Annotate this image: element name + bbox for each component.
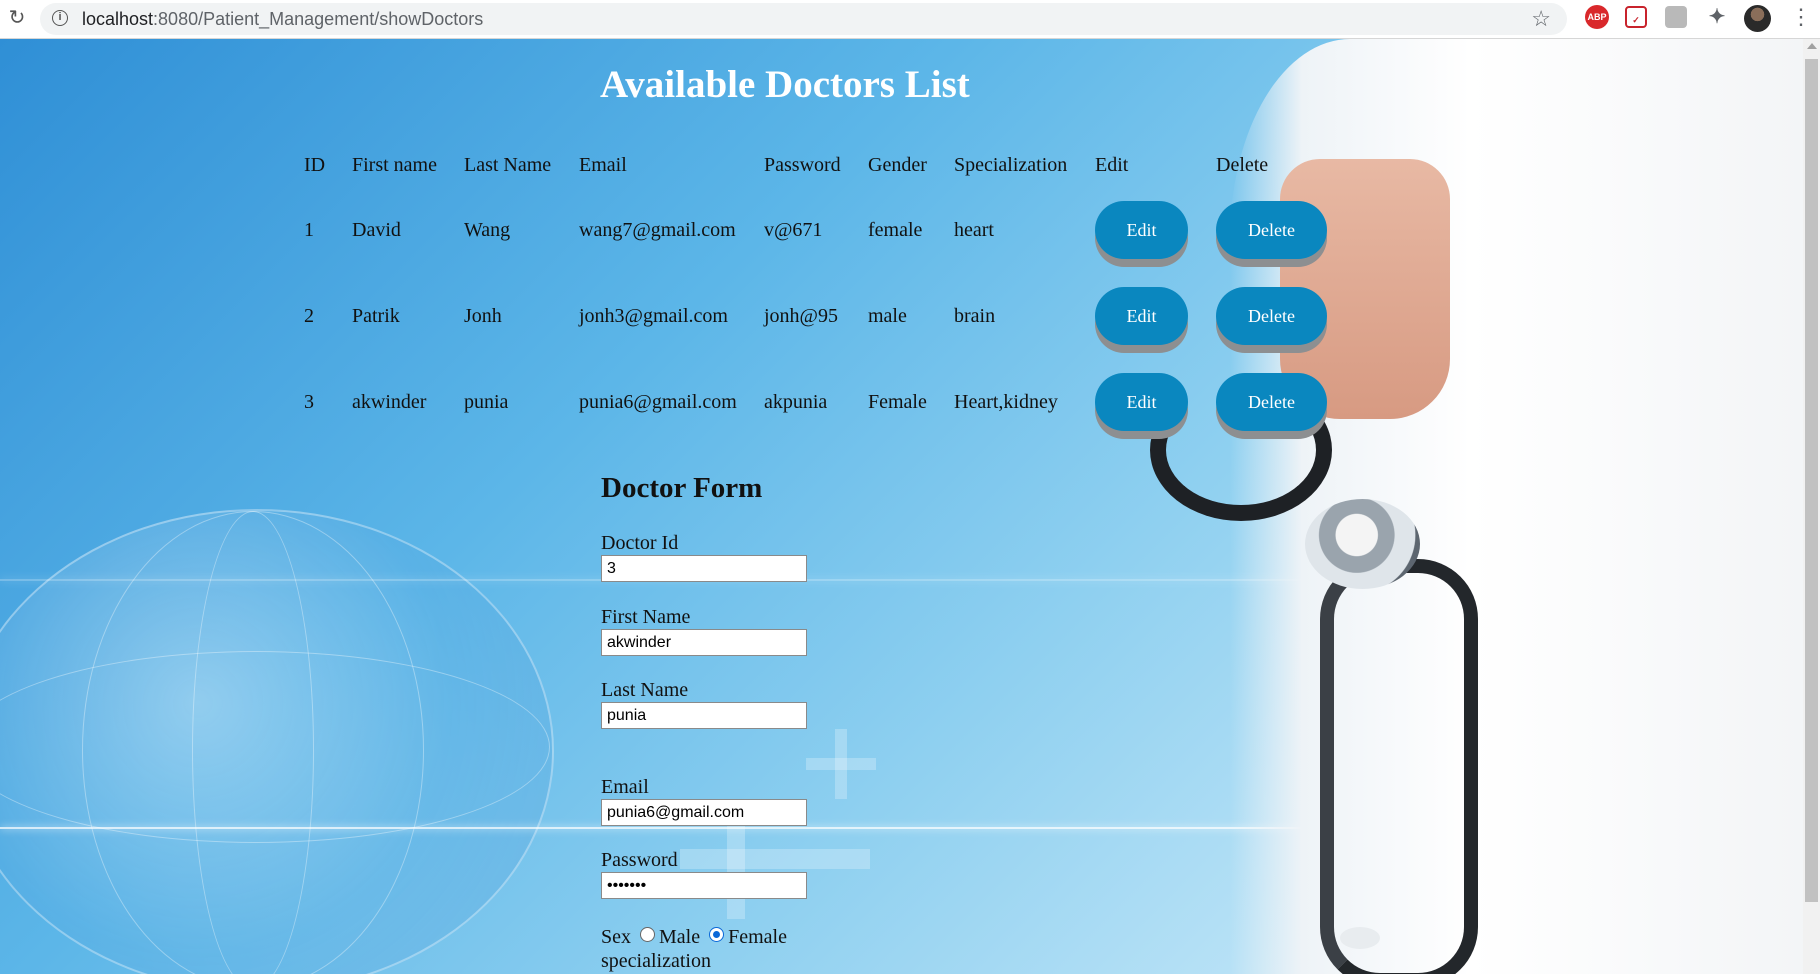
- stethoscope-earpiece-graphic: [1340, 927, 1380, 949]
- male-radio-label: Male: [659, 926, 701, 948]
- cell-email: jonh3@gmail.com: [579, 304, 728, 327]
- cell-edit: Edit: [1089, 273, 1210, 359]
- plus-graphic: [806, 758, 876, 770]
- email-field[interactable]: [601, 799, 807, 826]
- cell-specialization: heart: [954, 218, 994, 241]
- doctors-table: ID First name Last Name Email Password G…: [298, 143, 1336, 445]
- browser-toolbar: ↻ i localhost:8080/Patient_Management/sh…: [0, 0, 1820, 39]
- doctor-id-field[interactable]: [601, 555, 807, 582]
- cell-specialization: Heart,kidney: [954, 390, 1058, 413]
- globe-parallel: [0, 651, 550, 843]
- delete-button[interactable]: Delete: [1216, 201, 1327, 259]
- last-name-label: Last Name: [601, 679, 689, 701]
- cell-email: punia6@gmail.com: [579, 390, 737, 413]
- cell-first-name: David: [352, 218, 401, 241]
- cell-id: 3: [304, 390, 314, 413]
- male-radio[interactable]: [640, 927, 655, 942]
- scroll-thumb[interactable]: [1805, 59, 1818, 902]
- column-header-specialization: Specialization: [954, 153, 1068, 176]
- cell-first-name: akwinder: [352, 390, 427, 413]
- cell-email: wang7@gmail.com: [579, 218, 736, 241]
- email-label: Email: [601, 776, 649, 798]
- cell-delete: Delete: [1210, 359, 1336, 445]
- column-header-delete: Delete: [1216, 153, 1269, 176]
- adblock-icon[interactable]: ABP: [1585, 5, 1609, 29]
- edit-button[interactable]: Edit: [1095, 373, 1188, 431]
- form-title: Doctor Form: [601, 472, 763, 504]
- puzzle-icon[interactable]: ✦: [1705, 5, 1729, 29]
- ekg-line: [0, 827, 1310, 829]
- sex-radio-group: Sex Male Female: [601, 926, 787, 949]
- female-radio-label: Female: [728, 926, 787, 948]
- column-header-password: Password: [764, 153, 841, 176]
- menu-icon[interactable]: ⋮: [1790, 4, 1812, 30]
- plus-graphic: [680, 849, 870, 869]
- doctor-id-label: Doctor Id: [601, 532, 679, 554]
- cell-last-name: punia: [464, 390, 509, 413]
- vertical-scrollbar[interactable]: [1803, 39, 1820, 974]
- delete-button[interactable]: Delete: [1216, 373, 1327, 431]
- cell-delete: Delete: [1210, 187, 1336, 273]
- edit-button[interactable]: Edit: [1095, 201, 1188, 259]
- female-radio[interactable]: [709, 927, 725, 942]
- address-bar[interactable]: i localhost:8080/Patient_Management/show…: [40, 3, 1567, 35]
- cell-gender: female: [868, 218, 923, 241]
- edit-button[interactable]: Edit: [1095, 287, 1188, 345]
- cell-gender: male: [868, 304, 907, 327]
- scroll-up-arrow-icon[interactable]: [1807, 43, 1817, 49]
- profile-avatar[interactable]: [1744, 5, 1771, 32]
- specialization-label: specialization: [601, 950, 711, 972]
- cell-password: akpunia: [764, 390, 828, 413]
- cell-id: 1: [304, 218, 314, 241]
- table-header-row: ID First name Last Name Email Password G…: [298, 143, 1336, 187]
- last-name-field[interactable]: [601, 702, 807, 729]
- cell-edit: Edit: [1089, 187, 1210, 273]
- first-name-field[interactable]: [601, 629, 807, 656]
- url-text[interactable]: localhost:8080/Patient_Management/showDo…: [82, 9, 483, 30]
- table-row: 1 David Wang wang7@gmail.com v@671 femal…: [298, 187, 1336, 273]
- column-header-email: Email: [579, 153, 627, 176]
- password-label: Password: [601, 849, 678, 871]
- cell-first-name: Patrik: [352, 304, 400, 327]
- cell-edit: Edit: [1089, 359, 1210, 445]
- cell-gender: Female: [868, 390, 927, 413]
- first-name-label: First Name: [601, 606, 691, 628]
- cell-id: 2: [304, 304, 314, 327]
- cell-password: jonh@95: [764, 304, 838, 327]
- reload-icon[interactable]: ↻: [4, 5, 30, 31]
- table-row: 3 akwinder punia punia6@gmail.com akpuni…: [298, 359, 1336, 445]
- stethoscope-chestpiece-graphic: [1305, 499, 1420, 589]
- column-header-id: ID: [304, 153, 326, 176]
- cell-last-name: Jonh: [464, 304, 502, 327]
- cell-delete: Delete: [1210, 273, 1336, 359]
- column-header-last-name: Last Name: [464, 153, 552, 176]
- column-header-gender: Gender: [868, 153, 927, 176]
- sex-label: Sex: [601, 926, 631, 948]
- delete-button[interactable]: Delete: [1216, 287, 1327, 345]
- star-icon[interactable]: ☆: [1531, 6, 1551, 32]
- column-header-edit: Edit: [1095, 153, 1129, 176]
- stethoscope-tube-graphic: [1320, 559, 1478, 974]
- extension-icon[interactable]: [1665, 6, 1687, 28]
- url-host: localhost: [82, 9, 154, 29]
- table-row: 2 Patrik Jonh jonh3@gmail.com jonh@95 ma…: [298, 273, 1336, 359]
- cell-specialization: brain: [954, 304, 996, 327]
- cell-last-name: Wang: [464, 218, 511, 241]
- password-field[interactable]: [601, 872, 807, 899]
- pocket-icon[interactable]: ✓: [1625, 6, 1647, 28]
- page-title: Available Doctors List: [600, 63, 970, 106]
- cell-password: v@671: [764, 218, 823, 241]
- info-icon[interactable]: i: [52, 10, 68, 26]
- url-path: :8080/Patient_Management/showDoctors: [153, 9, 484, 29]
- column-header-first-name: First name: [352, 153, 437, 176]
